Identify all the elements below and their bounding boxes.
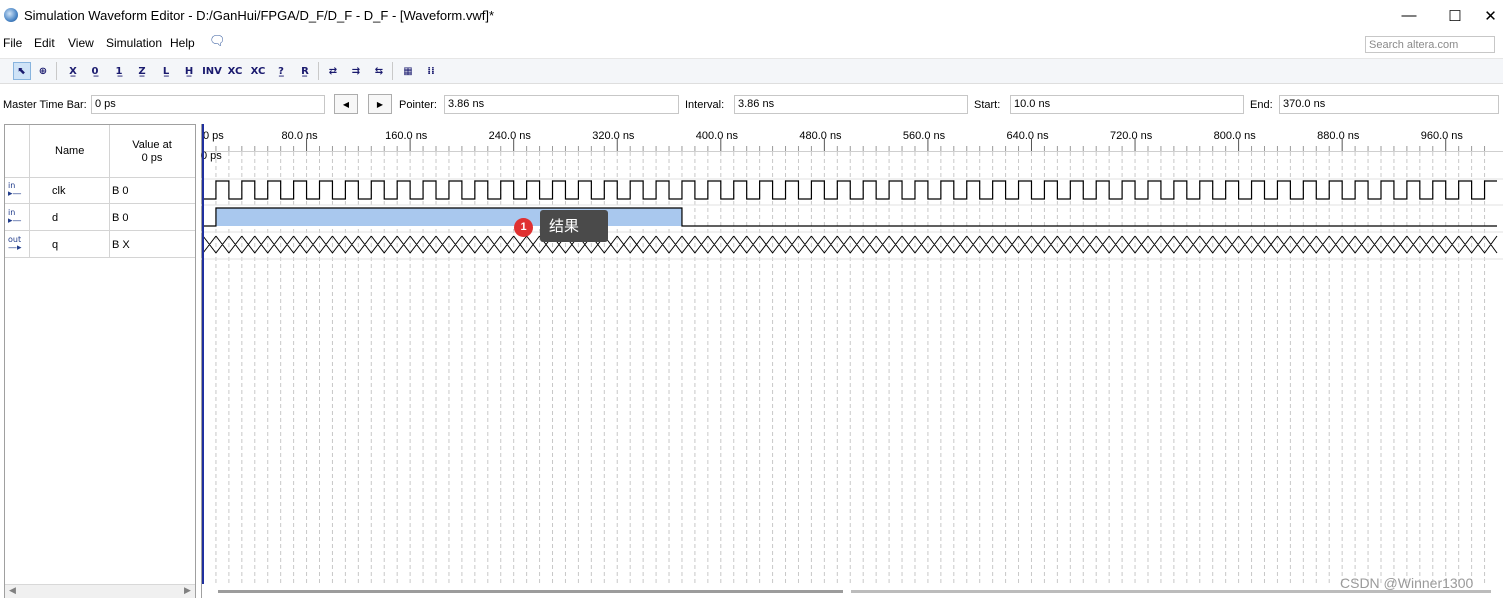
forcing-high-icon[interactable]: 1̲ (110, 62, 128, 80)
window-title: Simulation Waveform Editor - D:/GanHui/F… (24, 8, 495, 23)
waveform-canvas[interactable] (201, 124, 1503, 598)
signal-value: B 0 (112, 185, 129, 197)
menu-view[interactable]: View (68, 36, 94, 50)
waveform-scrollbar-thumb[interactable] (218, 590, 843, 593)
feedback-icon[interactable]: 🗨 (209, 33, 226, 49)
functional-sim-icon[interactable]: ⇉ (347, 62, 365, 80)
toolbar-separator (392, 62, 393, 80)
next-transition-button[interactable]: ▶ (368, 94, 392, 114)
end-label: End: (1250, 99, 1273, 111)
timing-sim-icon[interactable]: ⇆ (370, 62, 388, 80)
start-field[interactable]: 10.0 ns (1010, 95, 1244, 114)
forcing-low-icon[interactable]: 0̲ (86, 62, 104, 80)
menu-file[interactable]: File (3, 36, 22, 50)
app-icon (4, 8, 18, 22)
interval-field[interactable]: 3.86 ns (734, 95, 968, 114)
signal-row-d[interactable] (5, 205, 195, 231)
watermark: CSDN @Winner1300 (1340, 575, 1474, 591)
random-values-icon[interactable]: ?̲ (272, 62, 290, 80)
arbitrary-value-icon[interactable]: R̲ (296, 62, 314, 80)
weak-high-icon[interactable]: H̲ (180, 62, 198, 80)
simulation-run-icon[interactable]: ⇄ (324, 62, 342, 80)
overwrite-clock-icon[interactable]: XC (249, 62, 267, 80)
scroll-left-icon[interactable]: ◀ (9, 585, 16, 596)
minimize-button[interactable]: — (1386, 0, 1432, 31)
pointer-field[interactable]: 3.86 ns (444, 95, 679, 114)
forcing-unknown-icon[interactable]: X̲ (64, 62, 82, 80)
invert-icon[interactable]: INV (202, 62, 222, 80)
input-pin-icon: in ▸— (8, 181, 22, 199)
maximize-button[interactable]: ☐ (1432, 0, 1478, 31)
signal-list-scrollbar[interactable] (5, 584, 195, 598)
signal-value: B 0 (112, 212, 129, 224)
pointer-label: Pointer: (399, 99, 437, 111)
signal-name: d (52, 212, 59, 224)
value-header-line1: Value at (132, 139, 172, 151)
grid-icon[interactable]: ⁞⁞ (422, 62, 440, 80)
forcing-high-impedance-icon[interactable]: Z̲ (133, 62, 151, 80)
select-icon[interactable]: ⬉ (13, 62, 31, 80)
close-button[interactable]: ✕ (1478, 0, 1503, 31)
signal-name: clk (52, 185, 66, 197)
input-pin-icon: in ▸— (8, 208, 22, 226)
zoom-icon[interactable]: ⊕ (34, 62, 52, 80)
signal-row-q[interactable] (5, 232, 195, 258)
clk-waveform (203, 180, 1497, 200)
search-input[interactable]: Search altera.com (1365, 36, 1495, 53)
signal-row-clk[interactable] (5, 178, 195, 204)
weak-low-icon[interactable]: L̲ (157, 62, 175, 80)
master-time-bar-field[interactable]: 0 ps (91, 95, 325, 114)
value-column-header[interactable]: Value at 0 ps (120, 139, 184, 165)
interval-label: Interval: (685, 99, 725, 111)
toolbar-separator (318, 62, 319, 80)
signal-name: q (52, 239, 59, 251)
previous-transition-button[interactable]: ◀ (334, 94, 358, 114)
d-high-fill (215, 208, 682, 226)
menu-help[interactable]: Help (170, 36, 195, 50)
snap-to-grid-icon[interactable]: ▦ (399, 62, 417, 80)
scroll-right-icon[interactable]: ▶ (184, 585, 191, 596)
output-pin-icon: out —▸ (8, 235, 22, 253)
count-value-icon[interactable]: XC (226, 62, 244, 80)
master-time-bar-label: Master Time Bar: (3, 99, 87, 111)
value-header-line2: 0 ps (141, 152, 163, 164)
annotation-tooltip: 结果 (540, 210, 608, 242)
menu-simulation[interactable]: Simulation (106, 36, 162, 50)
annotation-badge: 1 (514, 218, 533, 237)
start-label: Start: (974, 99, 1001, 111)
name-column-header[interactable]: Name (55, 145, 84, 157)
toolbar-separator (56, 62, 57, 80)
menu-edit[interactable]: Edit (34, 36, 55, 50)
signal-value: B X (112, 239, 130, 251)
end-field[interactable]: 370.0 ns (1279, 95, 1499, 114)
